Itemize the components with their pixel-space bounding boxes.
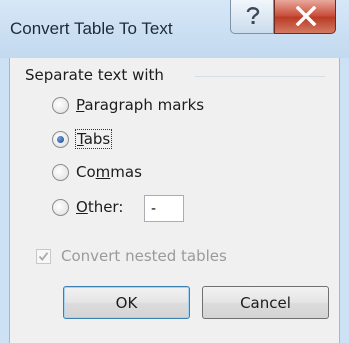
close-x-icon bbox=[295, 6, 317, 26]
radio-circle[interactable] bbox=[52, 199, 69, 216]
cancel-button[interactable]: Cancel bbox=[202, 286, 329, 319]
radio-circle[interactable] bbox=[52, 164, 69, 181]
group-divider bbox=[195, 76, 325, 77]
checkmark-icon bbox=[38, 252, 49, 261]
radio-label-commas: Commas bbox=[76, 163, 142, 181]
radio-circle[interactable] bbox=[52, 131, 69, 148]
radio-paragraph-marks[interactable]: Paragraph marks bbox=[52, 96, 222, 119]
convert-nested-label: Convert nested tables bbox=[61, 247, 227, 265]
radio-tabs[interactable]: Tabs bbox=[52, 129, 132, 153]
help-button[interactable] bbox=[230, 0, 274, 34]
ok-button[interactable]: OK bbox=[63, 286, 190, 319]
dialog-window: Convert Table To Text Separate text with… bbox=[0, 0, 349, 343]
group-label: Separate text with bbox=[25, 66, 170, 84]
close-button[interactable] bbox=[274, 0, 336, 34]
convert-nested-checkbox[interactable] bbox=[36, 249, 51, 264]
radio-circle[interactable] bbox=[52, 97, 69, 114]
other-separator-input[interactable] bbox=[144, 195, 184, 222]
radio-other[interactable]: Other: bbox=[52, 198, 142, 221]
title-bar[interactable]: Convert Table To Text bbox=[0, 0, 349, 58]
radio-label-paragraph-marks: Paragraph marks bbox=[76, 96, 205, 114]
radio-label-tabs: Tabs bbox=[74, 129, 113, 149]
radio-label-other: Other: bbox=[76, 198, 124, 216]
radio-commas[interactable]: Commas bbox=[52, 163, 162, 186]
dialog-title: Convert Table To Text bbox=[10, 19, 173, 38]
radio-selected-dot bbox=[57, 136, 64, 143]
help-question-icon bbox=[246, 7, 260, 24]
